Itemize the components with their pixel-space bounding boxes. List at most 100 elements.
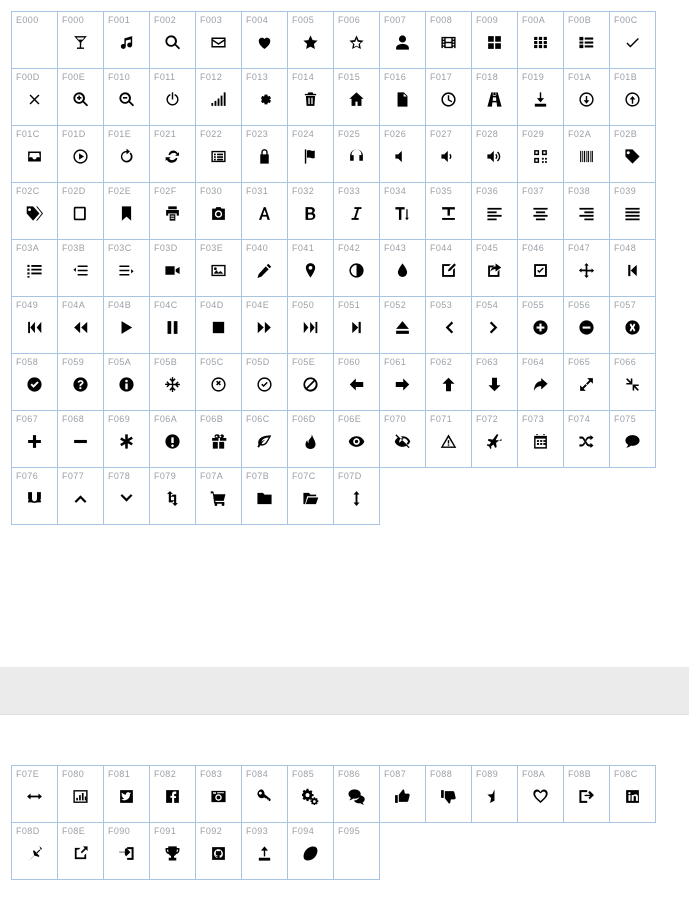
glyph-cell[interactable]: F08A <box>517 765 564 823</box>
glyph-cell[interactable]: F02C <box>11 182 58 240</box>
glyph-cell[interactable]: F062 <box>425 353 472 411</box>
glyph-cell[interactable]: F068 <box>57 410 104 468</box>
glyph-cell[interactable]: F06E <box>333 410 380 468</box>
glyph-cell[interactable]: F022 <box>195 125 242 183</box>
glyph-cell[interactable]: F059 <box>57 353 104 411</box>
glyph-cell[interactable]: F07C <box>287 467 334 525</box>
glyph-cell[interactable]: F02A <box>563 125 610 183</box>
glyph-cell[interactable]: F082 <box>149 765 196 823</box>
glyph-cell[interactable]: F027 <box>425 125 472 183</box>
glyph-cell[interactable]: F077 <box>57 467 104 525</box>
glyph-cell[interactable]: F04C <box>149 296 196 354</box>
glyph-cell[interactable]: F01A <box>563 68 610 126</box>
glyph-cell[interactable]: F078 <box>103 467 150 525</box>
glyph-cell[interactable]: F044 <box>425 239 472 297</box>
glyph-cell[interactable]: F010 <box>103 68 150 126</box>
glyph-cell[interactable]: F080 <box>57 765 104 823</box>
glyph-cell[interactable]: F087 <box>379 765 426 823</box>
glyph-cell[interactable]: F076 <box>11 467 58 525</box>
glyph-cell[interactable]: F00B <box>563 11 610 69</box>
glyph-cell[interactable]: F081 <box>103 765 150 823</box>
glyph-cell[interactable]: F01E <box>103 125 150 183</box>
glyph-cell[interactable]: F058 <box>11 353 58 411</box>
glyph-cell[interactable]: F03C <box>103 239 150 297</box>
glyph-cell[interactable]: F026 <box>379 125 426 183</box>
glyph-cell[interactable]: F053 <box>425 296 472 354</box>
glyph-cell[interactable]: F04D <box>195 296 242 354</box>
glyph-cell[interactable]: F008 <box>425 11 472 69</box>
glyph-cell[interactable]: F07E <box>11 765 58 823</box>
glyph-cell[interactable]: F01B <box>609 68 656 126</box>
glyph-cell[interactable]: F040 <box>241 239 288 297</box>
glyph-cell[interactable]: F031 <box>241 182 288 240</box>
glyph-cell[interactable]: F009 <box>471 11 518 69</box>
glyph-cell[interactable]: F000 <box>57 11 104 69</box>
glyph-cell[interactable]: F092 <box>195 822 242 880</box>
glyph-cell[interactable]: F012 <box>195 68 242 126</box>
glyph-cell[interactable]: F073 <box>517 410 564 468</box>
glyph-cell[interactable]: F08B <box>563 765 610 823</box>
glyph-cell[interactable]: F023 <box>241 125 288 183</box>
glyph-cell[interactable]: F069 <box>103 410 150 468</box>
glyph-cell[interactable]: F05D <box>241 353 288 411</box>
glyph-cell[interactable]: F038 <box>563 182 610 240</box>
glyph-cell[interactable]: F089 <box>471 765 518 823</box>
glyph-cell[interactable]: F085 <box>287 765 334 823</box>
glyph-cell[interactable]: F072 <box>471 410 518 468</box>
glyph-cell[interactable]: F018 <box>471 68 518 126</box>
glyph-cell[interactable]: F00D <box>11 68 58 126</box>
glyph-cell[interactable]: F03E <box>195 239 242 297</box>
glyph-cell[interactable]: F051 <box>333 296 380 354</box>
glyph-cell[interactable]: F00E <box>57 68 104 126</box>
glyph-cell[interactable]: F04A <box>57 296 104 354</box>
glyph-cell[interactable]: F07D <box>333 467 380 525</box>
glyph-cell[interactable]: F08C <box>609 765 656 823</box>
glyph-cell[interactable]: F011 <box>149 68 196 126</box>
glyph-cell[interactable]: F074 <box>563 410 610 468</box>
glyph-cell[interactable]: F032 <box>287 182 334 240</box>
glyph-cell[interactable]: F060 <box>333 353 380 411</box>
glyph-cell[interactable]: F024 <box>287 125 334 183</box>
glyph-cell[interactable]: F067 <box>11 410 58 468</box>
glyph-cell[interactable]: F054 <box>471 296 518 354</box>
glyph-cell[interactable]: F02E <box>103 182 150 240</box>
glyph-cell[interactable]: F091 <box>149 822 196 880</box>
glyph-cell[interactable]: F05E <box>287 353 334 411</box>
glyph-cell[interactable]: F037 <box>517 182 564 240</box>
glyph-cell[interactable]: F04E <box>241 296 288 354</box>
glyph-cell[interactable]: F057 <box>609 296 656 354</box>
glyph-cell[interactable]: F003 <box>195 11 242 69</box>
glyph-cell[interactable]: F090 <box>103 822 150 880</box>
glyph-cell[interactable]: F02F <box>149 182 196 240</box>
glyph-cell[interactable]: F03D <box>149 239 196 297</box>
glyph-cell[interactable]: F06C <box>241 410 288 468</box>
glyph-cell[interactable]: F007 <box>379 11 426 69</box>
glyph-cell[interactable]: F04B <box>103 296 150 354</box>
glyph-cell[interactable]: F094 <box>287 822 334 880</box>
glyph-cell[interactable]: F075 <box>609 410 656 468</box>
glyph-cell[interactable]: F035 <box>425 182 472 240</box>
glyph-cell[interactable]: F061 <box>379 353 426 411</box>
glyph-cell[interactable]: F001 <box>103 11 150 69</box>
glyph-cell[interactable]: F056 <box>563 296 610 354</box>
glyph-cell[interactable]: F07A <box>195 467 242 525</box>
glyph-cell[interactable]: F006 <box>333 11 380 69</box>
glyph-cell[interactable]: F016 <box>379 68 426 126</box>
glyph-cell[interactable]: F070 <box>379 410 426 468</box>
glyph-cell[interactable]: F021 <box>149 125 196 183</box>
glyph-cell[interactable]: F05C <box>195 353 242 411</box>
glyph-cell[interactable]: F084 <box>241 765 288 823</box>
glyph-cell[interactable]: F00C <box>609 11 656 69</box>
glyph-cell[interactable]: F015 <box>333 68 380 126</box>
glyph-cell[interactable]: F088 <box>425 765 472 823</box>
glyph-cell[interactable]: E000 <box>11 11 58 69</box>
glyph-cell[interactable]: F034 <box>379 182 426 240</box>
glyph-cell[interactable]: F071 <box>425 410 472 468</box>
glyph-cell[interactable]: F017 <box>425 68 472 126</box>
glyph-cell[interactable]: F004 <box>241 11 288 69</box>
glyph-cell[interactable]: F019 <box>517 68 564 126</box>
glyph-cell[interactable]: F049 <box>11 296 58 354</box>
glyph-cell[interactable]: F005 <box>287 11 334 69</box>
glyph-cell[interactable]: F03A <box>11 239 58 297</box>
glyph-cell[interactable]: F041 <box>287 239 334 297</box>
